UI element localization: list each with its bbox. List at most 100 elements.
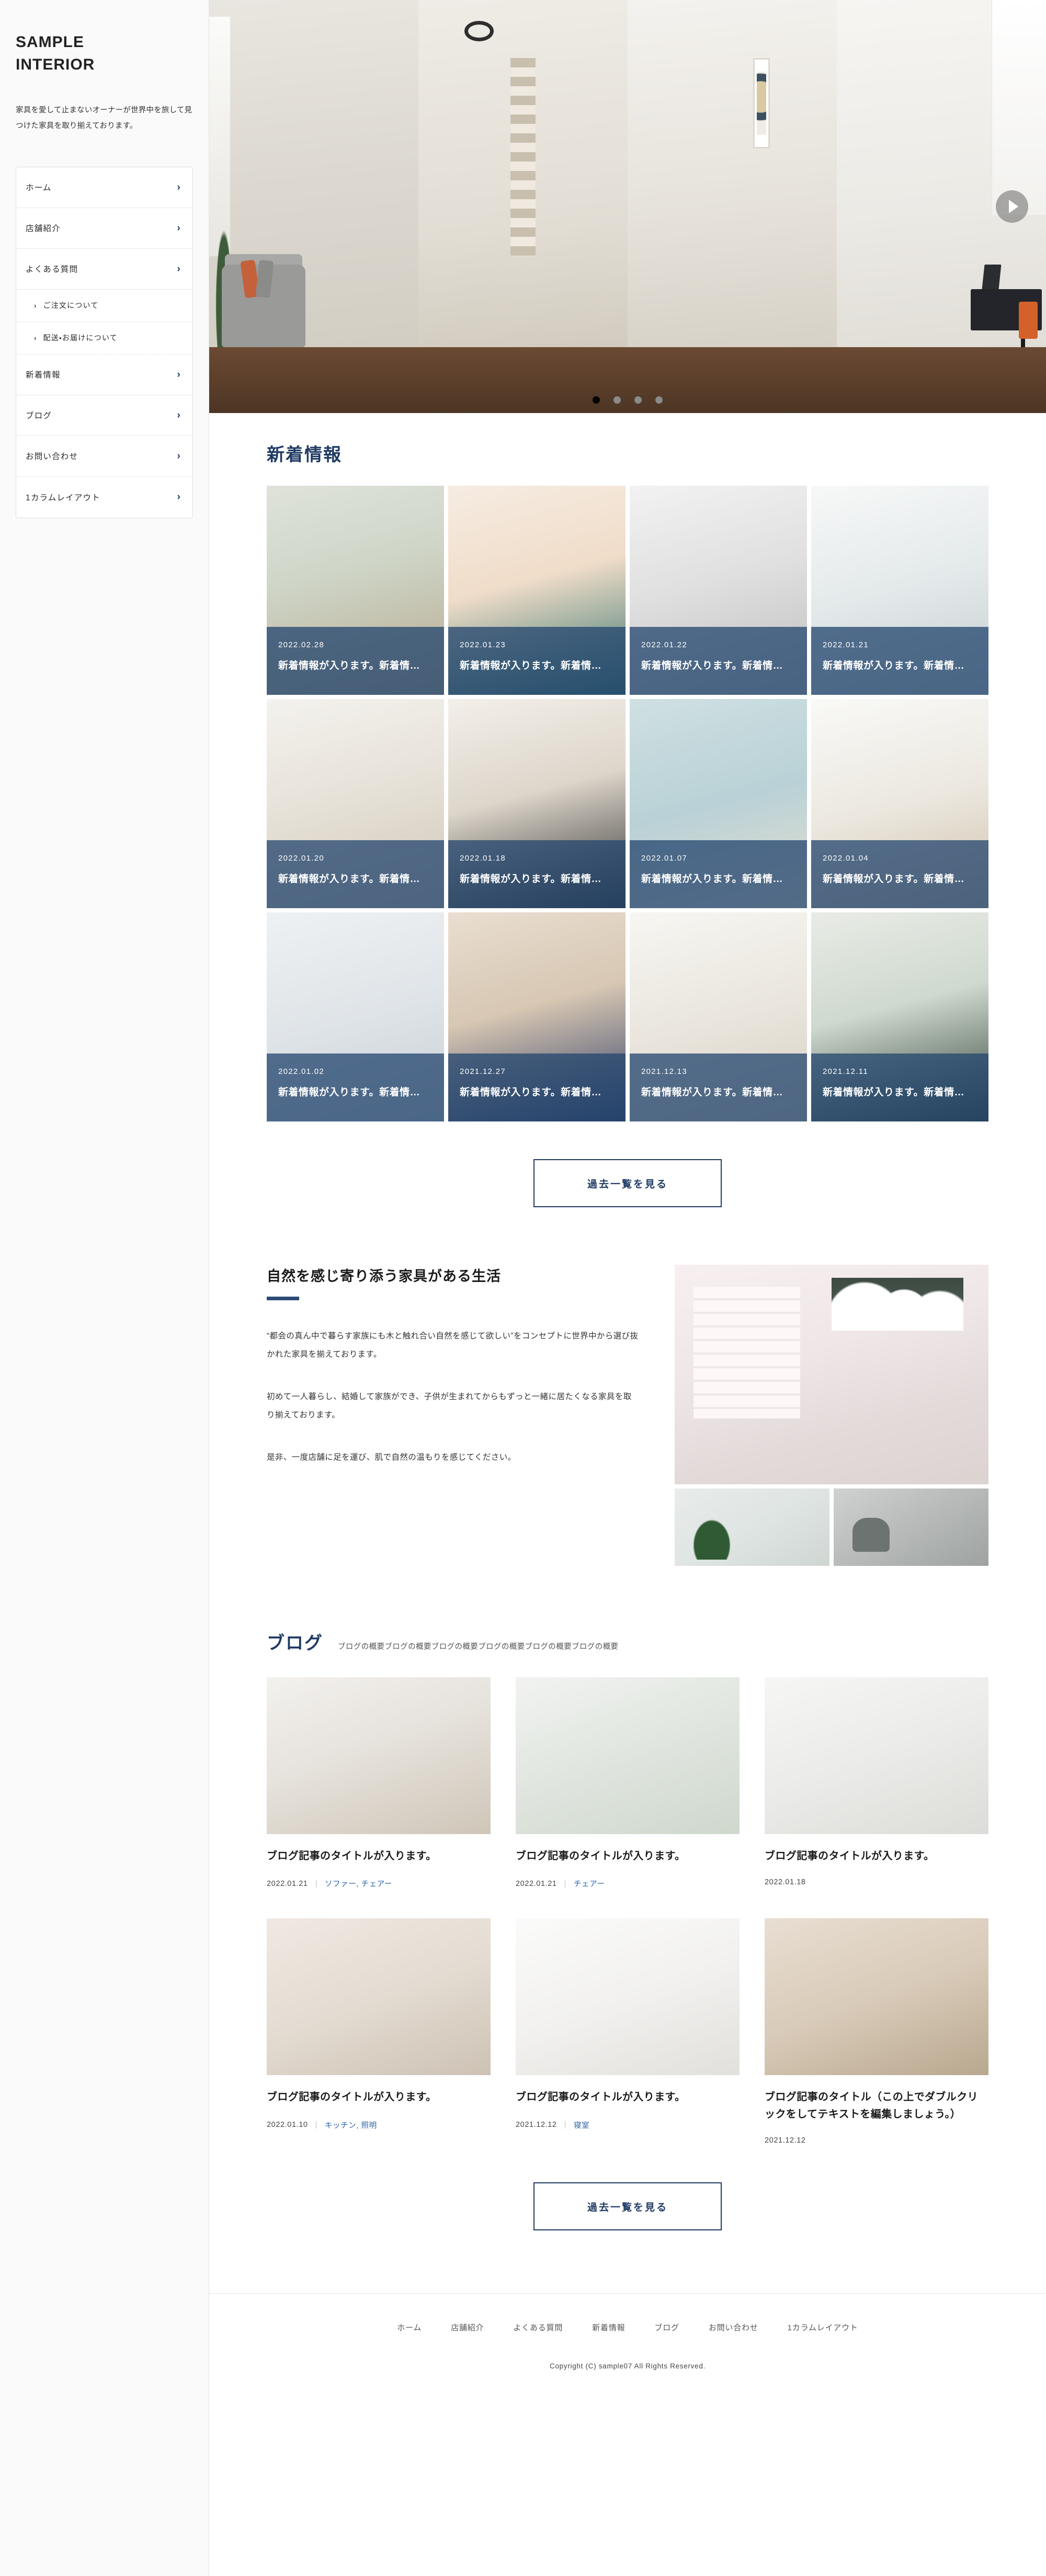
- news-card[interactable]: 2021.12.11 新着情報が入ります。新着情…: [811, 912, 988, 1121]
- brand-line-1: SAMPLE: [16, 33, 85, 51]
- hero-image: [209, 0, 1046, 413]
- blog-section: ブログ ブログの概要ブログの概要ブログの概要ブログの概要ブログの概要ブログの概要…: [209, 1629, 1046, 2231]
- news-card[interactable]: 2022.01.04 新着情報が入ります。新着情…: [811, 699, 988, 908]
- blog-card[interactable]: ブログ記事のタイトル（この上でダブルクリックをしてテキストを編集しましょう。） …: [765, 1918, 988, 2145]
- about-rule: [267, 1297, 299, 1300]
- news-date: 2022.01.18: [460, 854, 506, 863]
- sidebar-item-shop[interactable]: 店舗紹介 ›: [16, 208, 192, 249]
- blog-card-category[interactable]: ソファー, チェアー: [325, 1878, 392, 1889]
- chevron-right-icon: ›: [177, 369, 181, 380]
- blog-more-button[interactable]: 過去一覧を見る: [533, 2182, 722, 2231]
- hero-dot-3[interactable]: [634, 396, 642, 404]
- sidebar-item-faq[interactable]: よくある質問 ›: [16, 248, 192, 290]
- blog-card-date: 2022.01.21: [516, 1879, 557, 1888]
- about-image-column: [675, 1265, 988, 1566]
- news-card[interactable]: 2021.12.27 新着情報が入ります。新着情…: [448, 912, 626, 1121]
- blog-subtitle: ブログの概要ブログの概要ブログの概要ブログの概要ブログの概要ブログの概要: [338, 1643, 619, 1651]
- footer-link-blog[interactable]: ブログ: [654, 2322, 679, 2333]
- sidebar: SAMPLE INTERIOR 家具を愛して止まないオーナーが世界中を旅して見つ…: [0, 0, 209, 2576]
- news-title: 新着情報: [267, 445, 342, 465]
- news-more-wrap: 過去一覧を見る: [267, 1159, 988, 1207]
- chevron-right-icon: ›: [177, 491, 181, 503]
- news-text: 新着情報が入ります。新着情…: [641, 660, 783, 671]
- news-grid: 2022.02.28 新着情報が入ります。新着情… 2022.01.23 新着情…: [267, 486, 988, 1121]
- about-sub-images: [675, 1489, 988, 1566]
- news-text: 新着情報が入ります。新着情…: [823, 1087, 965, 1098]
- blog-card-title: ブログ記事のタイトル（この上でダブルクリックをしてテキストを編集しましょう。）: [765, 2091, 978, 2120]
- news-card[interactable]: 2022.01.22 新着情報が入ります。新着情…: [630, 486, 807, 695]
- brand-line-2: INTERIOR: [16, 55, 95, 73]
- news-date: 2022.01.04: [823, 854, 869, 863]
- news-card[interactable]: 2022.01.20 新着情報が入ります。新着情…: [267, 699, 444, 908]
- blog-card-category[interactable]: 寝室: [574, 2120, 589, 2131]
- news-text: 新着情報が入ります。新着情…: [460, 1087, 602, 1098]
- blog-card-date: 2021.12.12: [765, 2136, 806, 2145]
- next-arrow-icon[interactable]: [996, 190, 1028, 223]
- hero-dot-4[interactable]: [655, 396, 663, 404]
- about-paragraph-1: “都会の真ん中で暮らす家族にも木と触れ合い自然を感じて欲しい”をコンセプトに世界…: [267, 1332, 639, 1359]
- footer: ホーム 店舗紹介 よくある質問 新着情報 ブログ お問い合わせ 1カラムレイアウ…: [209, 2293, 1046, 2407]
- news-date: 2022.01.23: [460, 640, 506, 649]
- blog-card[interactable]: ブログ記事のタイトルが入ります。 2022.01.21 | ソファー, チェアー: [267, 1677, 491, 1889]
- sidebar-item-news[interactable]: 新着情報 ›: [16, 354, 192, 395]
- blog-card[interactable]: ブログ記事のタイトルが入ります。 2022.01.10 | キッチン, 照明: [267, 1918, 491, 2145]
- news-text: 新着情報が入ります。新着情…: [823, 660, 965, 671]
- footer-link-one-column[interactable]: 1カラムレイアウト: [788, 2322, 858, 2333]
- news-card[interactable]: 2022.01.18 新着情報が入ります。新着情…: [448, 699, 626, 908]
- sidebar-item-one-column[interactable]: 1カラムレイアウト ›: [16, 476, 192, 518]
- blog-thumbnail: [516, 1677, 740, 1834]
- blog-card[interactable]: ブログ記事のタイトルが入ります。 2022.01.21 | チェアー: [516, 1677, 740, 1889]
- sidebar-item-blog[interactable]: ブログ ›: [16, 395, 192, 436]
- news-card[interactable]: 2022.01.02 新着情報が入ります。新着情…: [267, 912, 444, 1121]
- chevron-right-icon: ›: [177, 450, 181, 462]
- blog-card[interactable]: ブログ記事のタイトルが入ります。 2021.12.12 | 寝室: [516, 1918, 740, 2145]
- news-more-button[interactable]: 過去一覧を見る: [533, 1159, 722, 1207]
- hero-dot-1[interactable]: [593, 396, 600, 404]
- news-card[interactable]: 2022.01.23 新着情報が入ります。新着情…: [448, 486, 626, 695]
- news-date: 2022.02.28: [278, 640, 325, 649]
- footer-link-news[interactable]: 新着情報: [592, 2322, 625, 2333]
- sidebar-item-label: ブログ: [26, 411, 52, 421]
- blog-card[interactable]: ブログ記事のタイトルが入ります。 2022.01.18: [765, 1677, 988, 1889]
- about-paragraph-2: 初めて一人暮らし、結婚して家族ができ、子供が生まれてからもずっと一緒に居たくなる…: [267, 1392, 632, 1419]
- hero-dots: [209, 396, 1046, 404]
- page-root: SAMPLE INTERIOR 家具を愛して止まないオーナーが世界中を旅して見つ…: [0, 0, 1046, 2576]
- news-card[interactable]: 2022.02.28 新着情報が入ります。新着情…: [267, 486, 444, 695]
- blog-card-date: 2022.01.10: [267, 2121, 308, 2130]
- sidebar-item-contact[interactable]: お問い合わせ ›: [16, 436, 192, 477]
- news-section: 新着情報 2022.02.28 新着情報が入ります。新着情… 2022.01.2…: [209, 440, 1046, 1207]
- hero-dot-2[interactable]: [613, 396, 621, 404]
- meta-separator: |: [564, 1879, 566, 1888]
- about-section: 自然を感じ寄り添う家具がある生活 “都会の真ん中で暮らす家族にも木と触れ合い自然…: [209, 1265, 1046, 1566]
- sidebar-item-home[interactable]: ホーム ›: [16, 167, 192, 208]
- news-card[interactable]: 2022.01.07 新着情報が入ります。新着情…: [630, 699, 807, 908]
- blog-thumbnail: [267, 1918, 491, 2076]
- chevron-right-icon: ›: [177, 181, 181, 193]
- news-card[interactable]: 2022.01.21 新着情報が入ります。新着情…: [811, 486, 988, 695]
- footer-link-contact[interactable]: お問い合わせ: [709, 2322, 758, 2333]
- news-text: 新着情報が入ります。新着情…: [641, 874, 783, 885]
- chevron-right-icon: ›: [177, 263, 181, 274]
- main-content: 新着情報 2022.02.28 新着情報が入ります。新着情… 2022.01.2…: [209, 0, 1046, 2407]
- blog-card-category[interactable]: チェアー: [574, 1878, 605, 1889]
- news-card[interactable]: 2021.12.13 新着情報が入ります。新着情…: [630, 912, 807, 1121]
- blog-card-category[interactable]: キッチン, 照明: [325, 2120, 377, 2131]
- site-logo[interactable]: SAMPLE INTERIOR: [16, 31, 193, 76]
- meta-separator: |: [315, 1879, 317, 1888]
- blog-card-date: 2022.01.18: [765, 1878, 806, 1887]
- blog-card-date: 2022.01.21: [267, 1879, 308, 1888]
- news-text: 新着情報が入ります。新着情…: [278, 874, 420, 885]
- footer-link-faq[interactable]: よくある質問: [513, 2322, 563, 2333]
- hero-slider[interactable]: [209, 0, 1046, 413]
- news-date: 2022.01.02: [278, 1067, 325, 1076]
- footer-link-home[interactable]: ホーム: [397, 2322, 422, 2333]
- sidebar-subitem-shipping[interactable]: › 配送・お届けについて: [16, 322, 192, 354]
- blog-grid: ブログ記事のタイトルが入ります。 2022.01.21 | ソファー, チェアー…: [267, 1677, 988, 2145]
- blog-card-meta: 2022.01.21 | ソファー, チェアー: [267, 1878, 491, 1889]
- news-text: 新着情報が入ります。新着情…: [641, 1087, 783, 1098]
- blog-card-title: ブログ記事のタイトルが入ります。: [765, 1850, 935, 1862]
- sidebar-subitem-orders[interactable]: › ご注文について: [16, 289, 192, 322]
- about-title: 自然を感じ寄り添う家具がある生活: [267, 1268, 501, 1284]
- news-date: 2022.01.22: [641, 640, 688, 649]
- footer-link-shop[interactable]: 店舗紹介: [451, 2322, 484, 2333]
